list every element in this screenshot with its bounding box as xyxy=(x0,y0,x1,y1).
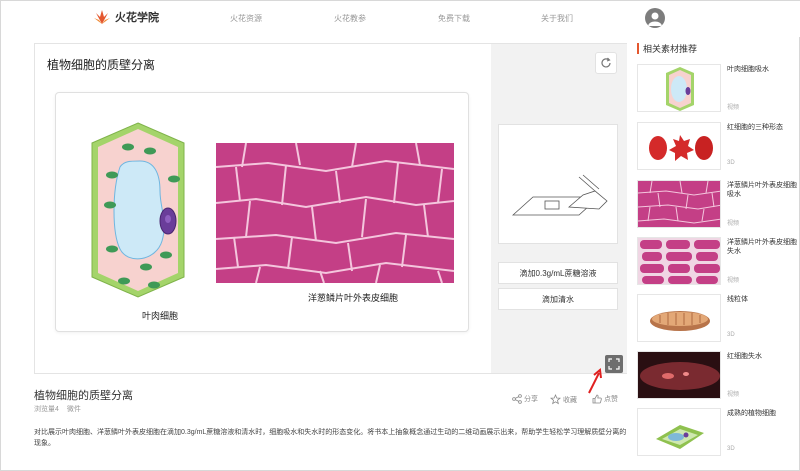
recommend-item[interactable]: 成熟的植物细胞 3D xyxy=(637,408,797,460)
recommend-title: 洋葱鳞片叶外表皮细胞吸水 xyxy=(727,182,797,198)
recommend-type: 3D xyxy=(727,446,735,452)
resource-meta: 浏览量4 微件 xyxy=(34,404,87,414)
nav-download[interactable]: 免费下载 xyxy=(438,13,470,24)
recommend-title: 红细胞的三种形态 xyxy=(727,124,783,131)
star-icon xyxy=(550,394,561,405)
avatar[interactable] xyxy=(645,8,665,28)
recommend-item[interactable]: 洋葱鳞片叶外表皮细胞失水 视频 xyxy=(637,237,797,289)
recommend-title: 线粒体 xyxy=(727,296,748,303)
recommend-heading-text: 相关素材推荐 xyxy=(643,44,698,54)
heading-accent-bar xyxy=(637,43,639,54)
leaf-cell-thumb xyxy=(666,67,694,111)
onion-plasmolysis-thumb xyxy=(638,238,720,284)
recommend-title: 洋葱鳞片叶外表皮细胞失水 xyxy=(727,239,797,255)
refresh-icon xyxy=(601,57,611,68)
stage-title: 植物细胞的质壁分离 xyxy=(47,58,156,72)
recommend-type: 视频 xyxy=(727,392,740,398)
collect-button[interactable]: 收藏 xyxy=(550,394,577,405)
leaf-cell-label: 叶肉细胞 xyxy=(142,311,179,321)
red-blood-cell-thumb xyxy=(649,135,713,161)
recommend-item[interactable]: 叶肉细胞吸水 视频 xyxy=(637,64,797,116)
thumbs-up-icon xyxy=(592,394,602,404)
plant-cell-3d-thumb xyxy=(656,425,704,449)
recommend-title: 叶肉细胞吸水 xyxy=(727,66,769,73)
recommend-item[interactable]: 红细胞的三种形态 3D xyxy=(637,122,797,174)
share-icon xyxy=(512,394,522,404)
flame-logo-icon xyxy=(94,10,110,24)
user-icon xyxy=(648,12,662,26)
recommend-type: 3D xyxy=(727,160,735,166)
recommend-thumbnail xyxy=(637,408,721,456)
microscope-slide-card xyxy=(498,124,618,244)
slide-dropper-icon xyxy=(511,174,608,216)
recommend-thumbnail xyxy=(637,180,721,228)
fullscreen-button[interactable] xyxy=(605,355,623,373)
collect-label: 收藏 xyxy=(563,396,577,404)
add-sucrose-button[interactable]: 滴加0.3g/mL蔗糖溶液 xyxy=(498,262,618,284)
recommend-thumbnail xyxy=(637,122,721,170)
recommend-thumbnail xyxy=(637,351,721,399)
brand-name: 火花学院 xyxy=(115,12,159,24)
share-label: 分享 xyxy=(524,396,538,403)
recommend-item[interactable]: 线粒体 3D xyxy=(637,294,797,346)
nav-resources[interactable]: 火花资源 xyxy=(230,13,262,24)
recommend-type: 视频 xyxy=(727,278,740,284)
recommend-item[interactable]: 洋葱鳞片叶外表皮细胞吸水 视频 xyxy=(637,180,797,232)
recommend-title: 成熟的植物细胞 xyxy=(727,410,776,417)
share-button[interactable]: 分享 xyxy=(512,394,538,404)
recommend-thumbnail xyxy=(637,237,721,285)
recommend-type: 视频 xyxy=(727,221,740,227)
recommend-type: 3D xyxy=(727,332,735,338)
refresh-button[interactable] xyxy=(595,52,617,74)
simulation-stage: 植物细胞的质壁分离 叶肉细胞 洋葱鳞片叶外表皮细胞 滴加0.3g/mL蔗糖溶液 … xyxy=(34,43,627,374)
like-button[interactable]: 点赞 xyxy=(592,394,618,404)
pointer-arrow-icon xyxy=(588,368,602,394)
add-water-button[interactable]: 滴加清水 xyxy=(498,288,618,310)
mitochondrion-thumb xyxy=(650,311,710,331)
rbc-dehydration-thumb xyxy=(638,352,720,398)
expand-icon xyxy=(608,358,620,370)
recommend-thumbnail xyxy=(637,294,721,342)
top-navigation: 火花学院 火花资源 火花教参 免费下载 关于我们 xyxy=(1,1,800,37)
category-label: 微件 xyxy=(66,406,81,413)
view-count: 浏览量4 xyxy=(34,406,59,413)
recommend-item[interactable]: 红细胞失水 视频 xyxy=(637,351,797,403)
recommend-thumbnail xyxy=(637,64,721,112)
resource-title: 植物细胞的质壁分离 xyxy=(34,390,133,402)
recommend-type: 视频 xyxy=(727,105,740,111)
like-label: 点赞 xyxy=(604,396,618,403)
onion-cell-thumb xyxy=(638,181,720,227)
control-column: 滴加0.3g/mL蔗糖溶液 滴加清水 xyxy=(491,44,627,373)
onion-cell-label: 洋葱鳞片叶外表皮细胞 xyxy=(308,293,399,303)
cell-diagram: 叶肉细胞 洋葱鳞片叶外表皮细胞 xyxy=(55,92,469,332)
resource-description: 对比展示叶肉细胞、洋葱鳞叶外表皮细胞在滴加0.3g/mL蔗糖溶液和清水时，细胞吸… xyxy=(34,429,627,447)
recommend-title: 红细胞失水 xyxy=(727,353,762,360)
nav-references[interactable]: 火花教参 xyxy=(334,13,366,24)
onion-cell-illustration xyxy=(216,143,454,283)
recommend-heading: 相关素材推荐 xyxy=(637,42,697,55)
brand-logo[interactable]: 火花学院 xyxy=(93,9,159,25)
nav-about[interactable]: 关于我们 xyxy=(541,13,573,24)
leaf-cell-illustration xyxy=(91,122,185,298)
